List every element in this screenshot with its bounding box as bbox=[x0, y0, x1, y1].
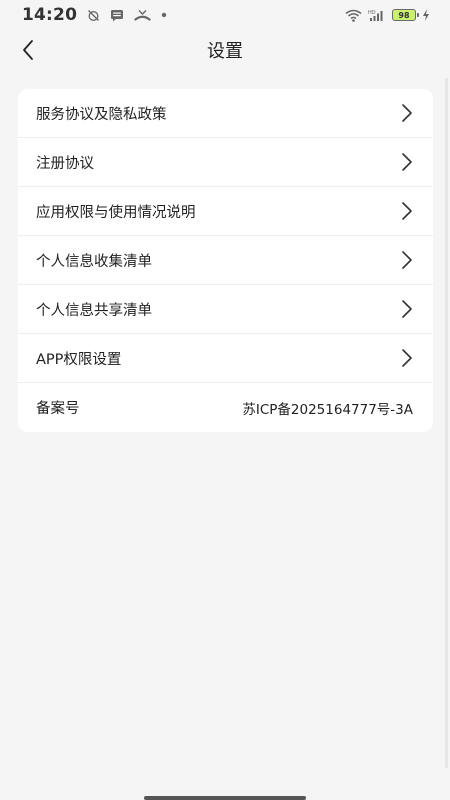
record-number-label: 备案号 bbox=[36, 401, 80, 417]
settings-item-registration-agreement[interactable]: 注册协议 bbox=[18, 138, 433, 187]
settings-item-label: 服务协议及隐私政策 bbox=[36, 106, 167, 123]
battery-level: 98 bbox=[398, 10, 410, 20]
settings-item-label: 应用权限与使用情况说明 bbox=[36, 204, 196, 221]
page-title: 设置 bbox=[207, 41, 243, 62]
svg-text:HD: HD bbox=[368, 10, 376, 16]
status-bar: 14:20 HD 98 bbox=[0, 0, 450, 30]
record-number-value: 苏ICP备2025164777号-3A bbox=[242, 401, 413, 418]
header: 设置 bbox=[0, 30, 450, 74]
settings-list: 服务协议及隐私政策 注册协议 应用权限与使用情况说明 个人信息收集清单 个人信息… bbox=[18, 89, 433, 432]
message-icon bbox=[110, 9, 124, 22]
settings-item-service-agreement-privacy[interactable]: 服务协议及隐私政策 bbox=[18, 89, 433, 138]
settings-item-label: 个人信息共享清单 bbox=[36, 302, 152, 319]
dot-icon bbox=[161, 12, 167, 18]
charging-icon bbox=[422, 9, 430, 21]
settings-item-personal-info-sharing[interactable]: 个人信息共享清单 bbox=[18, 285, 433, 334]
status-right: HD 98 bbox=[345, 9, 430, 22]
status-time: 14:20 bbox=[22, 5, 78, 25]
settings-item-label: 个人信息收集清单 bbox=[36, 253, 152, 270]
chevron-right-icon bbox=[401, 201, 413, 221]
chevron-right-icon bbox=[401, 103, 413, 123]
chevron-right-icon bbox=[401, 299, 413, 319]
chevron-right-icon bbox=[401, 348, 413, 368]
settings-item-record-number: 备案号 苏ICP备2025164777号-3A bbox=[18, 383, 433, 432]
settings-item-label: 注册协议 bbox=[36, 155, 94, 172]
wifi-icon bbox=[345, 9, 362, 22]
signal-hd-icon: HD bbox=[368, 9, 386, 22]
battery-icon: 98 bbox=[392, 9, 419, 21]
chevron-right-icon bbox=[401, 152, 413, 172]
home-indicator[interactable] bbox=[144, 796, 306, 800]
settings-item-label: APP权限设置 bbox=[36, 351, 122, 368]
settings-item-app-permission-settings[interactable]: APP权限设置 bbox=[18, 334, 433, 383]
status-left: 14:20 bbox=[22, 5, 167, 25]
settings-item-personal-info-collection[interactable]: 个人信息收集清单 bbox=[18, 236, 433, 285]
alarm-off-icon bbox=[87, 9, 100, 22]
scrollbar[interactable] bbox=[445, 78, 448, 768]
settings-item-app-permissions-usage[interactable]: 应用权限与使用情况说明 bbox=[18, 187, 433, 236]
missed-call-icon bbox=[134, 9, 151, 22]
chevron-right-icon bbox=[401, 250, 413, 270]
